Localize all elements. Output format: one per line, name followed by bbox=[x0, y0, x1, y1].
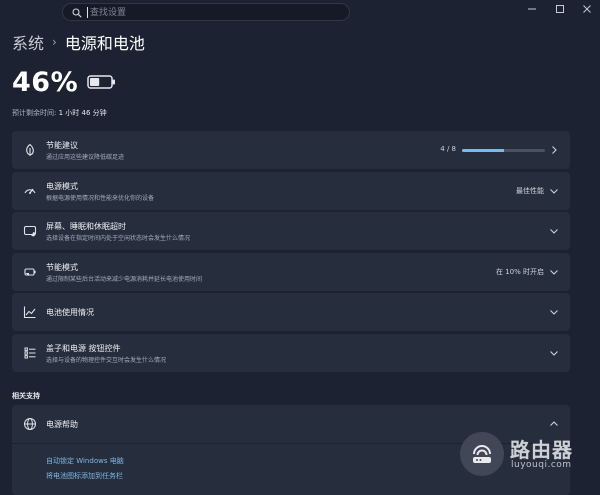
energy-recommendations-card[interactable]: 节能建议 通过应用这些建议降低碳足迹 4 / 8 bbox=[12, 131, 570, 169]
battery-saver-icon bbox=[24, 268, 36, 276]
chevron-right-icon bbox=[552, 146, 557, 154]
usage-chart-icon bbox=[23, 306, 36, 319]
text-caret bbox=[87, 7, 88, 18]
breadcrumb: 系统 › 电源和电池 bbox=[12, 30, 145, 54]
minimize-button[interactable] bbox=[525, 4, 539, 18]
card-title: 电源模式 bbox=[46, 182, 78, 191]
chevron-down-icon bbox=[550, 270, 558, 275]
chevron-down-icon bbox=[550, 189, 558, 194]
breadcrumb-parent-system[interactable]: 系统 bbox=[12, 30, 44, 54]
search-input[interactable] bbox=[90, 5, 340, 20]
watermark: 路由器 luyouqi.com bbox=[460, 432, 585, 478]
card-title: 节能建议 bbox=[46, 141, 78, 150]
watermark-badge bbox=[460, 432, 504, 476]
leaf-icon bbox=[26, 143, 34, 156]
remaining-time-value: 1 小时 46 分钟 bbox=[58, 109, 107, 117]
battery-percentage: 46% bbox=[12, 67, 79, 98]
close-button[interactable] bbox=[580, 4, 594, 18]
maximize-button[interactable] bbox=[553, 4, 567, 18]
help-link-battery-icon-taskbar[interactable]: 将电池图标添加到任务栏 bbox=[46, 471, 123, 481]
card-title: 节能模式 bbox=[46, 263, 78, 272]
screen-sleep-icon bbox=[23, 225, 37, 237]
screen-sleep-card[interactable]: 屏幕、睡眠和休眠超时 选择设备在指定时间内处于空闲状态时会发生什么情况 bbox=[12, 212, 570, 250]
card-title: 盖子和电源 按钮控件 bbox=[46, 344, 121, 353]
chevron-down-icon bbox=[550, 310, 558, 315]
chevron-down-icon bbox=[550, 351, 558, 356]
card-subtitle: 根据电源使用情况和性能来优化你的设备 bbox=[46, 195, 155, 202]
power-mode-value[interactable]: 最佳性能 bbox=[516, 186, 544, 196]
recommendations-progress-text: 4 / 8 bbox=[440, 145, 456, 153]
battery-icon bbox=[87, 75, 115, 89]
title-bar bbox=[0, 0, 600, 26]
search-box[interactable] bbox=[62, 3, 350, 21]
chevron-down-icon bbox=[550, 229, 558, 234]
search-icon bbox=[72, 8, 82, 18]
close-icon bbox=[583, 5, 591, 13]
battery-saver-card[interactable]: 节能模式 通过限制某些后台活动来减少电源消耗并延长电池使用时间 在 10% 时开… bbox=[12, 253, 570, 291]
maximize-icon bbox=[556, 5, 564, 13]
card-subtitle: 通过应用这些建议降低碳足迹 bbox=[46, 154, 125, 161]
power-help-title: 电源帮助 bbox=[46, 420, 78, 429]
card-subtitle: 选择设备在指定时间内处于空闲状态时会发生什么情况 bbox=[46, 235, 191, 242]
card-title: 屏幕、睡眠和休眠超时 bbox=[46, 222, 126, 231]
battery-level-fill bbox=[90, 78, 100, 86]
remaining-time-label: 预计剩余时间: bbox=[12, 109, 57, 117]
recommendations-progress-bar bbox=[462, 149, 545, 152]
battery-saver-value: 在 10% 时开启 bbox=[495, 268, 544, 276]
card-subtitle: 通过限制某些后台活动来减少电源消耗并延长电池使用时间 bbox=[46, 276, 203, 283]
lid-power-buttons-card[interactable]: 盖子和电源 按钮控件 选择与设备的物理控件交互时会发生什么情况 bbox=[12, 334, 570, 372]
power-mode-icon bbox=[24, 188, 36, 194]
remaining-time: 预计剩余时间: 1 小时 46 分钟 bbox=[12, 108, 107, 118]
card-subtitle: 选择与设备的物理控件交互时会发生什么情况 bbox=[46, 357, 167, 364]
lid-buttons-icon bbox=[24, 347, 36, 359]
watermark-brand: 路由器 bbox=[510, 438, 573, 462]
watermark-url: luyouqi.com bbox=[511, 460, 572, 470]
globe-icon bbox=[24, 418, 36, 430]
minimize-icon bbox=[528, 8, 536, 10]
chevron-up-icon bbox=[550, 421, 558, 426]
card-title: 电池使用情况 bbox=[46, 308, 94, 317]
recommendations-progress-fill bbox=[462, 149, 504, 152]
battery-usage-card[interactable]: 电池使用情况 bbox=[12, 293, 570, 331]
related-support-heading: 相关支持 bbox=[12, 392, 40, 400]
router-logo-icon bbox=[473, 445, 491, 463]
help-link-auto-lock[interactable]: 自动锁定 Windows 电脑 bbox=[46, 456, 124, 466]
breadcrumb-separator: › bbox=[52, 35, 57, 49]
page-title: 电源和电池 bbox=[64, 34, 145, 53]
power-mode-card[interactable]: 电源模式 根据电源使用情况和性能来优化你的设备 最佳性能 bbox=[12, 172, 570, 210]
